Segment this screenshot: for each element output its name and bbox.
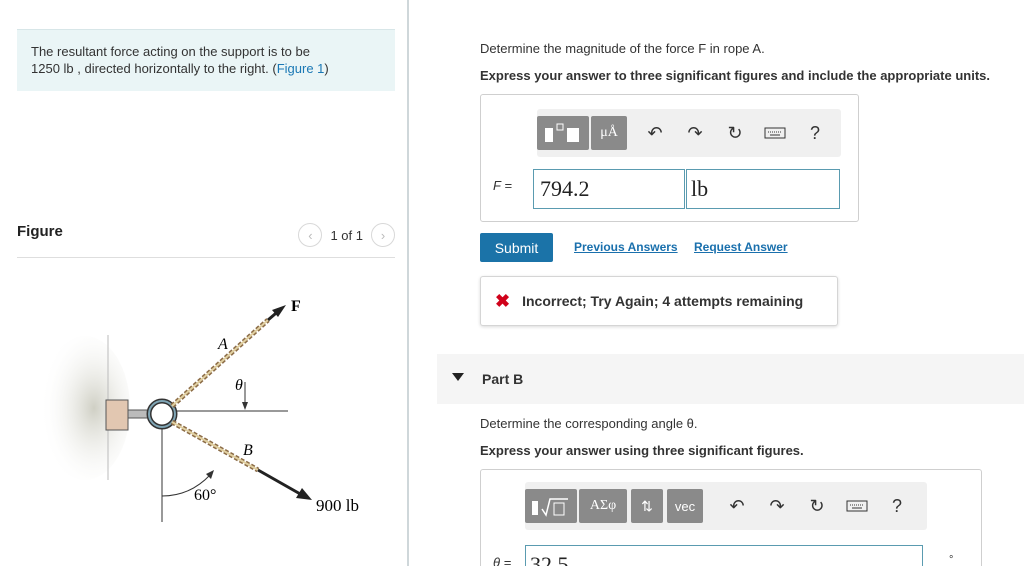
submit-button[interactable]: Submit bbox=[480, 233, 553, 262]
figure-header: Figure ‹ 1 of 1 › bbox=[17, 220, 395, 258]
force-diagram: F A θ B 60° 900 lb bbox=[40, 298, 359, 522]
reset-icon[interactable]: ↻ bbox=[797, 489, 837, 523]
template-button[interactable] bbox=[537, 116, 589, 150]
keyboard-icon[interactable] bbox=[755, 116, 795, 150]
problem-statement: The resultant force acting on the suppor… bbox=[17, 29, 395, 91]
label-theta: θ bbox=[235, 377, 243, 394]
figure-pager: ‹ 1 of 1 › bbox=[298, 223, 395, 247]
part-a-answer-box: μÅ ↶ ↷ ↻ ? F = 794.2 lb bbox=[480, 94, 859, 222]
undo-icon[interactable]: ↶ bbox=[717, 489, 757, 523]
figure-title: Figure bbox=[17, 223, 63, 240]
label-a: A bbox=[217, 336, 228, 353]
vec-button[interactable]: vec bbox=[667, 489, 703, 523]
previous-answers-link[interactable]: Previous Answers bbox=[574, 240, 678, 254]
template-icon bbox=[545, 123, 579, 142]
part-b-header[interactable]: Part B bbox=[437, 354, 1024, 404]
figure-link[interactable]: Figure 1 bbox=[277, 61, 325, 76]
problem-panel: The resultant force acting on the suppor… bbox=[0, 0, 407, 566]
next-figure-button[interactable]: › bbox=[371, 223, 395, 247]
feedback-text: Incorrect; Try Again; 4 attempts remaini… bbox=[522, 293, 804, 309]
part-b-label: Part B bbox=[482, 371, 524, 387]
part-b-toolbar: ΑΣφ ⇅ vec ↶ ↷ ↻ ? bbox=[525, 482, 927, 530]
help-icon[interactable]: ? bbox=[877, 489, 917, 523]
unit-input[interactable]: lb bbox=[686, 169, 840, 209]
part-b-question: Determine the corresponding angle θ. bbox=[480, 416, 698, 431]
magnitude-input[interactable]: 794.2 bbox=[533, 169, 685, 209]
label-60: 60° bbox=[194, 487, 216, 504]
collapse-triangle-icon[interactable] bbox=[452, 373, 464, 381]
feedback-box: ✖ Incorrect; Try Again; 4 attempts remai… bbox=[480, 276, 838, 326]
support-block bbox=[105, 399, 129, 431]
theta-variable-label: θ = bbox=[493, 555, 512, 566]
undo-icon[interactable]: ↶ bbox=[635, 116, 675, 150]
answer-panel: Determine the magnitude of the force F i… bbox=[409, 0, 1024, 566]
part-a-toolbar: μÅ ↶ ↷ ↻ ? bbox=[537, 109, 841, 157]
part-b-instruction: Express your answer using three signific… bbox=[480, 443, 804, 458]
part-a-instruction: Express your answer to three significant… bbox=[480, 68, 990, 83]
request-answer-link[interactable]: Request Answer bbox=[694, 240, 788, 254]
incorrect-icon: ✖ bbox=[495, 290, 511, 311]
greek-button[interactable]: ΑΣφ bbox=[579, 489, 627, 523]
prompt-line2: 1250 lb , directed horizontally to the r… bbox=[31, 60, 381, 77]
sort-arrows-button[interactable]: ⇅ bbox=[631, 489, 663, 523]
pager-text: 1 of 1 bbox=[330, 227, 363, 243]
prev-figure-button[interactable]: ‹ bbox=[298, 223, 323, 247]
redo-icon[interactable]: ↷ bbox=[757, 489, 797, 523]
angle-input[interactable]: 32.5 bbox=[525, 545, 923, 566]
reset-icon[interactable]: ↻ bbox=[715, 116, 755, 150]
part-b-answer-box: ΑΣφ ⇅ vec ↶ ↷ ↻ ? θ = 32.5 ° bbox=[480, 469, 982, 566]
sqrt-template-button[interactable] bbox=[525, 489, 577, 523]
units-button[interactable]: μÅ bbox=[591, 116, 627, 150]
help-icon[interactable]: ? bbox=[795, 116, 835, 150]
keyboard-icon[interactable] bbox=[837, 489, 877, 523]
prompt-text: 1250 lb , directed horizontally to the r… bbox=[31, 61, 277, 76]
prompt-line1: The resultant force acting on the suppor… bbox=[31, 44, 310, 59]
label-f: F bbox=[291, 298, 301, 315]
prompt-close: ) bbox=[324, 61, 329, 76]
label-b: B bbox=[243, 442, 253, 459]
redo-icon[interactable]: ↷ bbox=[675, 116, 715, 150]
sqrt-icon bbox=[532, 498, 568, 517]
degree-mark: ° bbox=[949, 554, 954, 566]
force-variable-label: F = bbox=[493, 178, 512, 193]
part-a-question: Determine the magnitude of the force F i… bbox=[480, 41, 765, 56]
label-900: 900 lb bbox=[316, 496, 359, 515]
